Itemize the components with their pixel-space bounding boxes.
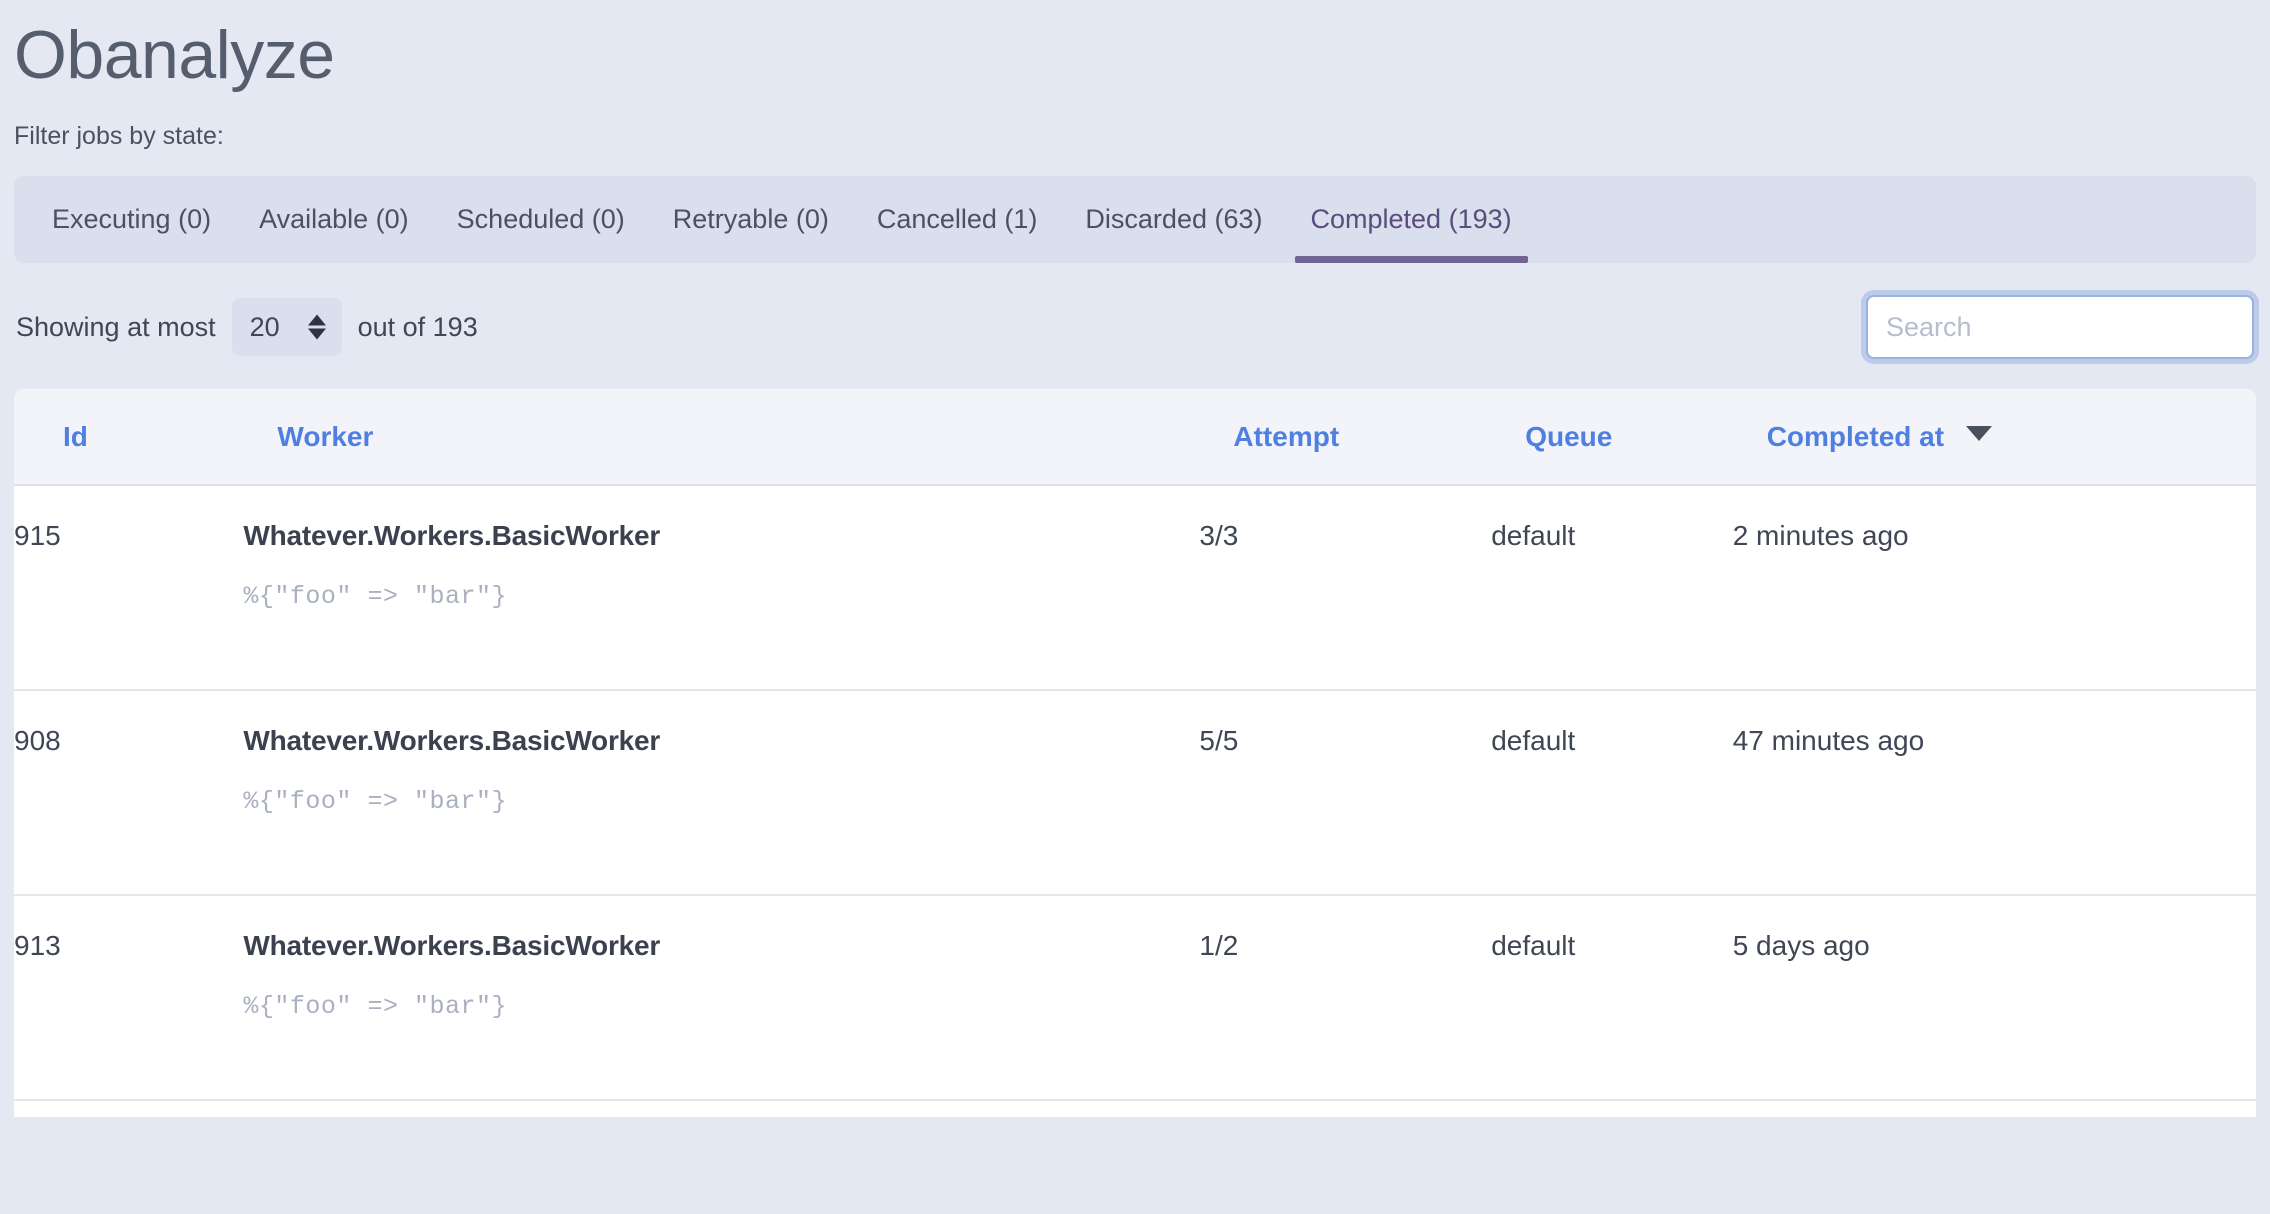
tab-scheduled[interactable]: Scheduled (0) — [433, 176, 649, 263]
tab-retryable-label: Retryable (0) — [673, 204, 829, 235]
jobs-table-head: Id Worker Attempt Queue Completed at — [14, 389, 2256, 485]
column-header-completed-at[interactable]: Completed at — [1733, 389, 2256, 485]
tab-cancelled[interactable]: Cancelled (1) — [853, 176, 1062, 263]
showing-prefix-label: Showing at most — [16, 312, 216, 343]
search-input[interactable] — [1868, 297, 2252, 357]
tab-executing-label: Executing (0) — [52, 204, 211, 235]
cell-attempt: 3/3 — [1199, 485, 1491, 690]
cell-id — [14, 1100, 243, 1117]
cell-worker: Whatever.Workers.BasicWorker %{"foo" => … — [243, 690, 1199, 895]
tab-available-label: Available (0) — [259, 204, 409, 235]
worker-args: %{"foo" => "bar"} — [243, 787, 1199, 816]
filter-label: Filter jobs by state: — [14, 98, 2256, 152]
state-filter-tabbar: Executing (0) Available (0) Scheduled (0… — [14, 176, 2256, 263]
table-header-row: Id Worker Attempt Queue Completed at — [14, 389, 2256, 485]
table-row[interactable] — [14, 1100, 2256, 1117]
tab-executing[interactable]: Executing (0) — [28, 176, 235, 263]
cell-queue — [1491, 1100, 1733, 1117]
table-controls: Showing at most 20 out of 193 — [14, 291, 2256, 363]
cell-queue: default — [1491, 895, 1733, 1100]
worker-name: Whatever.Workers.BasicWorker — [243, 725, 1199, 757]
jobs-table: Id Worker Attempt Queue Completed at 915… — [14, 389, 2256, 1117]
column-header-attempt[interactable]: Attempt — [1199, 389, 1491, 485]
tab-discarded[interactable]: Discarded (63) — [1061, 176, 1286, 263]
cell-worker — [243, 1100, 1199, 1117]
stepper-updown-icon — [308, 315, 326, 340]
tab-completed[interactable]: Completed (193) — [1287, 176, 1536, 263]
column-header-id[interactable]: Id — [14, 389, 243, 485]
cell-id: 915 — [14, 485, 243, 690]
worker-args: %{"foo" => "bar"} — [243, 992, 1199, 1021]
showing-control-group: Showing at most 20 out of 193 — [14, 298, 478, 356]
limit-select-value: 20 — [250, 312, 280, 343]
caret-down-icon — [1966, 426, 1992, 441]
cell-completed-at: 2 minutes ago — [1733, 485, 2256, 690]
cell-id: 908 — [14, 690, 243, 895]
showing-suffix-label: out of 193 — [358, 312, 478, 343]
table-row[interactable]: 908 Whatever.Workers.BasicWorker %{"foo"… — [14, 690, 2256, 895]
column-header-attempt-label: Attempt — [1233, 421, 1339, 452]
cell-id: 913 — [14, 895, 243, 1100]
cell-worker: Whatever.Workers.BasicWorker %{"foo" => … — [243, 485, 1199, 690]
page-title: Obanalyze — [14, 0, 2256, 98]
cell-completed-at: 47 minutes ago — [1733, 690, 2256, 895]
search-box[interactable] — [1866, 295, 2254, 359]
cell-completed-at — [1733, 1100, 2256, 1117]
cell-queue: default — [1491, 485, 1733, 690]
tab-available[interactable]: Available (0) — [235, 176, 433, 263]
tab-discarded-label: Discarded (63) — [1085, 204, 1262, 235]
cell-attempt — [1199, 1100, 1491, 1117]
jobs-table-body: 915 Whatever.Workers.BasicWorker %{"foo"… — [14, 485, 2256, 1117]
worker-name: Whatever.Workers.BasicWorker — [243, 520, 1199, 552]
column-header-worker-label: Worker — [277, 421, 373, 452]
cell-queue: default — [1491, 690, 1733, 895]
cell-attempt: 1/2 — [1199, 895, 1491, 1100]
tab-scheduled-label: Scheduled (0) — [457, 204, 625, 235]
column-header-queue-label: Queue — [1525, 421, 1612, 452]
column-header-id-label: Id — [63, 421, 88, 452]
worker-name: Whatever.Workers.BasicWorker — [243, 930, 1199, 962]
worker-args: %{"foo" => "bar"} — [243, 582, 1199, 611]
column-header-completed-at-label: Completed at — [1767, 421, 1944, 452]
cell-completed-at: 5 days ago — [1733, 895, 2256, 1100]
column-header-worker[interactable]: Worker — [243, 389, 1199, 485]
tab-cancelled-label: Cancelled (1) — [877, 204, 1038, 235]
jobs-table-card: Id Worker Attempt Queue Completed at 915… — [14, 389, 2256, 1117]
table-row[interactable]: 913 Whatever.Workers.BasicWorker %{"foo"… — [14, 895, 2256, 1100]
cell-attempt: 5/5 — [1199, 690, 1491, 895]
table-row[interactable]: 915 Whatever.Workers.BasicWorker %{"foo"… — [14, 485, 2256, 690]
cell-worker: Whatever.Workers.BasicWorker %{"foo" => … — [243, 895, 1199, 1100]
app-root: Obanalyze Filter jobs by state: Executin… — [0, 0, 2270, 1214]
column-header-queue[interactable]: Queue — [1491, 389, 1733, 485]
limit-select[interactable]: 20 — [232, 298, 342, 356]
tab-completed-label: Completed (193) — [1311, 204, 1512, 235]
tab-retryable[interactable]: Retryable (0) — [649, 176, 853, 263]
